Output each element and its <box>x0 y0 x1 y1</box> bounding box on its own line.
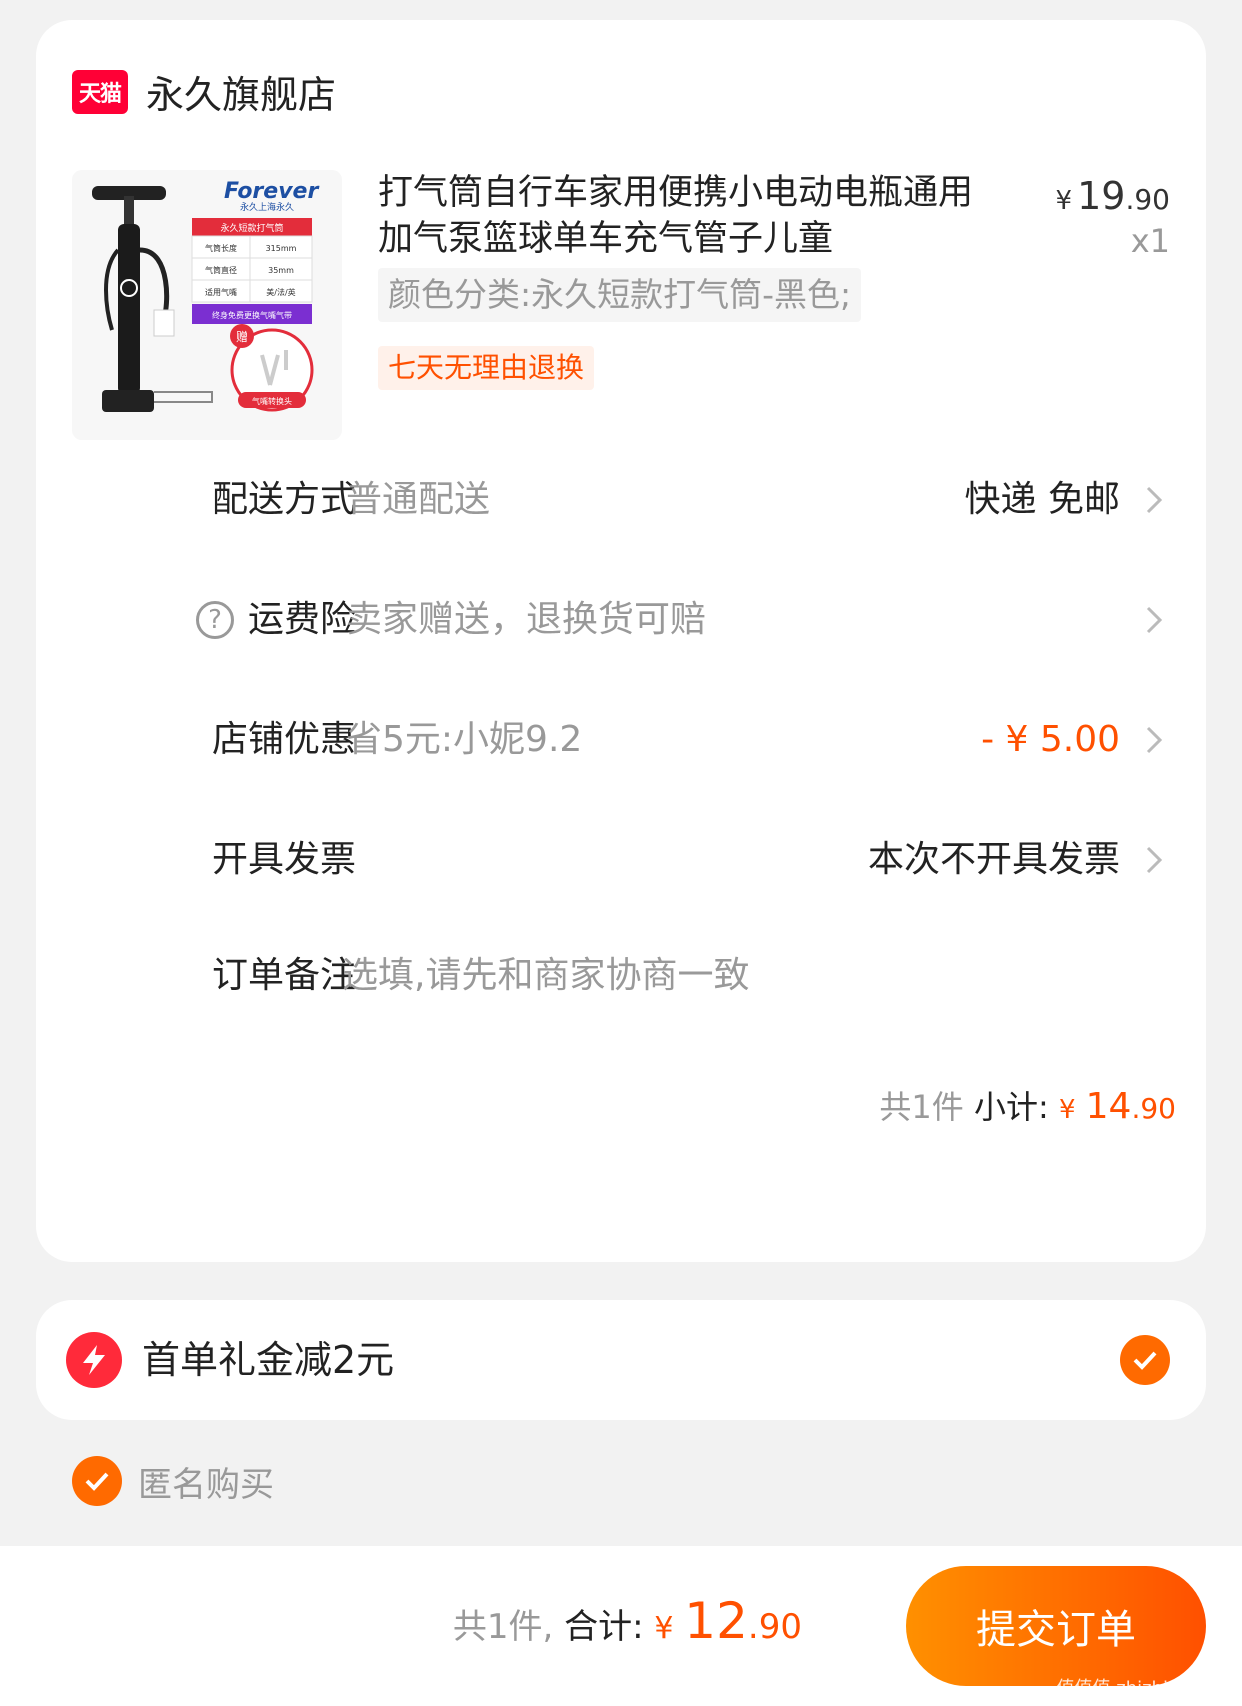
spec-label-diameter: 气筒直径 <box>205 265 237 275</box>
product-quantity: x1 <box>1130 222 1170 260</box>
subtotal: 共1件 小计: ¥ 14.90 <box>879 1082 1176 1135</box>
subtotal-label: 小计: <box>973 1088 1049 1126</box>
product-title[interactable]: 打气筒自行车家用便携小电动电瓶通用加气泵篮球单车充气管子儿童 <box>378 170 978 262</box>
spec-value-diameter: 35mm <box>268 266 294 275</box>
submit-order-button[interactable]: 提交订单 <box>906 1566 1206 1686</box>
gift-caption: 气嘴转换头 <box>252 396 292 406</box>
insurance-label: 运费险 <box>247 599 356 640</box>
discount-amount: - ¥ 5.00 <box>981 719 1120 760</box>
gift-text: 首单礼金减2元 <box>142 1338 395 1382</box>
watermark: 值值值 zhizhizhi.com <box>1056 1678 1238 1699</box>
anonymous-label: 匿名购买 <box>138 1464 274 1505</box>
product-price: ¥ 19.90 <box>1055 174 1170 218</box>
delivery-row[interactable]: 配送方式 普通配送 快递 免邮 <box>36 460 1206 540</box>
check-circle-icon[interactable] <box>72 1456 122 1506</box>
invoice-row[interactable]: 开具发票 本次不开具发票 <box>36 820 1206 900</box>
chevron-right-icon <box>1146 606 1163 634</box>
shipping-insurance-row[interactable]: ? 运费险 卖家赠送，退换货可赔 <box>36 580 1206 660</box>
product-sku[interactable]: 颜色分类:永久短款打气筒-黑色; <box>378 268 862 322</box>
spec-banner: 终身免费更换气嘴气带 <box>212 310 292 320</box>
gift-badge: 赠 <box>236 330 248 344</box>
total-label: 合计: <box>564 1607 644 1647</box>
brand-subtext: 永久上海永久 <box>240 201 294 213</box>
note-input[interactable]: 选填,请先和商家协商一致 <box>342 936 749 1016</box>
subtotal-count: 共1件 <box>879 1088 964 1126</box>
product-image-drawing: Forever 永久上海永久 永久短款打气筒 气筒长度 315mm 气筒直径 3… <box>72 170 342 440</box>
total-count: 共1件, <box>452 1607 554 1647</box>
note-label: 订单备注 <box>211 955 356 996</box>
total-currency: ¥ <box>654 1611 674 1646</box>
subtotal-integer: 14 <box>1085 1086 1132 1127</box>
spec-label-length: 气筒长度 <box>205 243 237 253</box>
total-decimal: .90 <box>747 1607 802 1647</box>
discount-label: 店铺优惠 <box>211 719 356 760</box>
subtotal-decimal: .90 <box>1131 1092 1176 1125</box>
insurance-value: 卖家赠送，退换货可赔 <box>346 599 707 640</box>
return-policy-tag: 七天无理由退换 <box>378 346 595 390</box>
spec-title: 永久短款打气筒 <box>220 222 283 234</box>
store-header[interactable]: 天猫 永久旗舰店 <box>72 64 336 119</box>
order-note-row: 订单备注 选填,请先和商家协商一致 <box>36 936 1206 1016</box>
price-currency: ¥ <box>1055 186 1073 216</box>
price-integer: 19 <box>1077 174 1126 218</box>
store-discount-row[interactable]: 店铺优惠 省5元:小妮9.2 - ¥ 5.00 <box>36 700 1206 780</box>
order-card: 天猫 永久旗舰店 Forever 永久上海永久 永久短款打气筒 气筒长度 315… <box>36 20 1206 1262</box>
spec-label-valve: 适用气嘴 <box>205 287 237 297</box>
first-order-gift-card[interactable]: 首单礼金减2元 <box>36 1300 1206 1420</box>
brand-text: Forever <box>224 179 319 204</box>
delivery-label: 配送方式 <box>211 479 356 520</box>
tmall-logo: 天猫 <box>72 69 128 114</box>
delivery-value: 普通配送 <box>346 479 491 520</box>
question-circle-icon[interactable]: ? <box>195 601 234 639</box>
chevron-right-icon <box>1146 486 1163 514</box>
delivery-method: 快递 免邮 <box>964 479 1120 520</box>
total-integer: 12 <box>684 1592 748 1650</box>
total-amount: ¥ 12.90 <box>654 1592 802 1650</box>
insurance-label-group: ? 运费险 <box>195 580 356 660</box>
bottom-bar: 共1件, 合计: ¥ 12.90 提交订单 值值值 zhizhizhi.com <box>0 1546 1242 1706</box>
invoice-value: 本次不开具发票 <box>867 839 1120 880</box>
price-decimal: .90 <box>1125 183 1170 216</box>
subtotal-amount: ¥ 14.90 <box>1058 1086 1176 1127</box>
chevron-right-icon <box>1146 846 1163 874</box>
discount-value: 省5元:小妮9.2 <box>346 719 583 760</box>
spec-value-valve: 美/法/英 <box>266 287 295 297</box>
anonymous-purchase[interactable]: 匿名购买 <box>72 1456 274 1506</box>
subtotal-currency: ¥ <box>1058 1095 1076 1125</box>
order-total: 共1件, 合计: ¥ 12.90 <box>453 1546 802 1704</box>
lightning-icon <box>66 1332 122 1388</box>
product-image[interactable]: Forever 永久上海永久 永久短款打气筒 气筒长度 315mm 气筒直径 3… <box>72 170 342 440</box>
chevron-right-icon <box>1146 726 1163 754</box>
spec-value-length: 315mm <box>266 244 297 253</box>
store-name: 永久旗舰店 <box>146 73 337 117</box>
invoice-label: 开具发票 <box>211 839 356 880</box>
check-circle-icon[interactable] <box>1120 1335 1170 1385</box>
